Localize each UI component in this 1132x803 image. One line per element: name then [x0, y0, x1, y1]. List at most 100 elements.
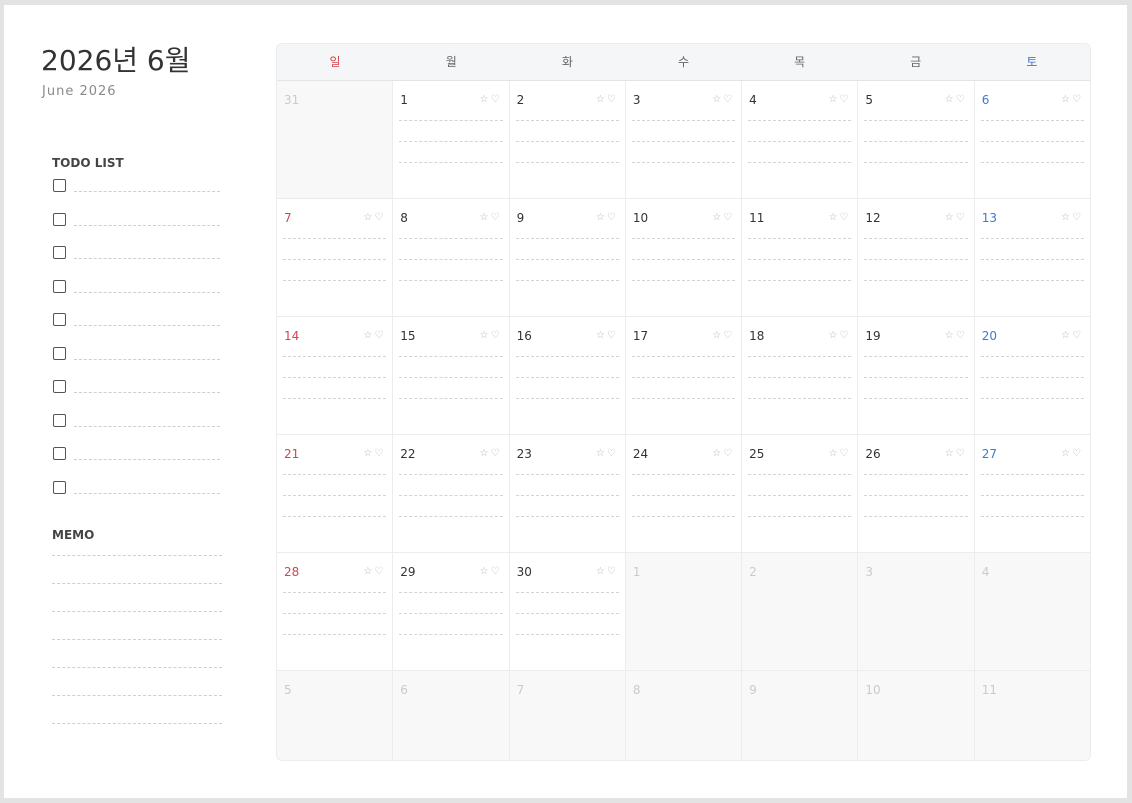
heart-icon[interactable]: ♡	[839, 448, 850, 459]
day-note-line[interactable]	[515, 280, 619, 301]
star-icon[interactable]: ☆	[1061, 330, 1072, 341]
day-note-line[interactable]	[399, 592, 503, 613]
day-note-line[interactable]	[980, 162, 1084, 183]
star-icon[interactable]: ☆	[828, 94, 839, 105]
day-note-line[interactable]	[399, 356, 503, 377]
day-note-line[interactable]	[864, 120, 968, 141]
day-cell[interactable]: 7 ☆♡	[277, 199, 394, 316]
memo-area[interactable]	[52, 555, 222, 751]
day-note-line[interactable]	[515, 377, 619, 398]
day-note-line[interactable]	[631, 162, 736, 183]
memo-line[interactable]	[52, 555, 222, 583]
day-note-line[interactable]	[631, 398, 736, 419]
heart-icon[interactable]: ♡	[839, 94, 850, 105]
todo-checkbox[interactable]	[53, 212, 66, 226]
day-note-line[interactable]	[864, 259, 968, 280]
day-note-line[interactable]	[399, 377, 503, 398]
day-note-line[interactable]	[864, 377, 968, 398]
day-cell[interactable]: 29 ☆♡	[393, 553, 510, 670]
day-cell[interactable]: 13 ☆♡	[974, 199, 1090, 316]
star-icon[interactable]: ☆	[480, 94, 491, 105]
todo-write-line[interactable]	[74, 258, 220, 259]
day-cell[interactable]: 20 ☆♡	[974, 317, 1090, 434]
day-note-line[interactable]	[864, 516, 968, 537]
heart-icon[interactable]: ♡	[956, 212, 967, 223]
heart-icon[interactable]: ♡	[839, 330, 850, 341]
day-cell[interactable]: 4 ☆♡	[742, 81, 859, 198]
star-icon[interactable]: ☆	[596, 448, 607, 459]
day-cell[interactable]: 22 ☆♡	[393, 435, 510, 552]
day-note-line[interactable]	[864, 495, 968, 516]
heart-icon[interactable]: ♡	[374, 330, 385, 341]
day-note-line[interactable]	[283, 238, 387, 259]
todo-write-line[interactable]	[74, 392, 220, 393]
todo-checkbox[interactable]	[53, 447, 66, 460]
day-note-line[interactable]	[748, 141, 852, 162]
star-icon[interactable]: ☆	[363, 566, 374, 577]
star-icon[interactable]: ☆	[596, 94, 607, 105]
todo-write-line[interactable]	[74, 492, 220, 494]
day-note-line[interactable]	[399, 120, 503, 141]
day-note-line[interactable]	[283, 613, 387, 634]
todo-write-line[interactable]	[74, 425, 220, 427]
memo-line[interactable]	[52, 695, 222, 723]
day-note-line[interactable]	[631, 495, 736, 516]
day-note-line[interactable]	[515, 634, 619, 655]
todo-checkbox[interactable]	[53, 313, 66, 326]
day-note-line[interactable]	[631, 356, 736, 377]
heart-icon[interactable]: ♡	[491, 94, 502, 105]
todo-write-line[interactable]	[74, 224, 220, 226]
day-note-line[interactable]	[515, 120, 619, 141]
memo-line[interactable]	[52, 639, 222, 667]
day-note-line[interactable]	[748, 280, 852, 301]
todo-write-line[interactable]	[74, 358, 220, 360]
day-note-line[interactable]	[980, 516, 1084, 537]
day-note-line[interactable]	[631, 238, 736, 259]
day-note-line[interactable]	[515, 141, 619, 162]
day-note-line[interactable]	[399, 516, 503, 537]
day-note-line[interactable]	[631, 280, 736, 301]
day-note-line[interactable]	[631, 141, 736, 162]
day-note-line[interactable]	[748, 356, 852, 377]
day-note-line[interactable]	[515, 495, 619, 516]
day-note-line[interactable]	[283, 259, 387, 280]
todo-checkbox[interactable]	[53, 279, 66, 293]
heart-icon[interactable]: ♡	[491, 330, 502, 341]
star-icon[interactable]: ☆	[712, 212, 723, 223]
star-icon[interactable]: ☆	[480, 330, 491, 341]
day-note-line[interactable]	[864, 356, 968, 377]
day-note-line[interactable]	[399, 613, 503, 634]
day-cell[interactable]: 12 ☆♡	[858, 199, 975, 316]
todo-checkbox[interactable]	[53, 179, 66, 192]
day-note-line[interactable]	[980, 238, 1084, 259]
day-cell[interactable]: 16 ☆♡	[509, 317, 626, 434]
day-cell[interactable]: 11 ☆♡	[742, 199, 859, 316]
heart-icon[interactable]: ♡	[839, 212, 850, 223]
day-note-line[interactable]	[399, 634, 503, 655]
day-cell[interactable]: 10 ☆♡	[625, 199, 743, 316]
star-icon[interactable]: ☆	[596, 566, 607, 577]
day-note-line[interactable]	[748, 120, 852, 141]
day-note-line[interactable]	[980, 398, 1084, 419]
day-note-line[interactable]	[399, 474, 503, 495]
day-note-line[interactable]	[631, 377, 736, 398]
memo-line[interactable]	[52, 583, 222, 611]
day-note-line[interactable]	[748, 516, 852, 537]
day-cell[interactable]: 3 ☆♡	[625, 81, 743, 198]
day-cell[interactable]: 27 ☆♡	[974, 435, 1090, 552]
day-note-line[interactable]	[283, 356, 387, 377]
day-note-line[interactable]	[980, 495, 1084, 516]
day-cell[interactable]: 1 ☆♡	[393, 81, 510, 198]
day-note-line[interactable]	[399, 141, 503, 162]
day-note-line[interactable]	[864, 162, 968, 183]
day-note-line[interactable]	[980, 141, 1084, 162]
day-note-line[interactable]	[399, 495, 503, 516]
todo-checkbox[interactable]	[53, 246, 66, 259]
day-note-line[interactable]	[399, 162, 503, 183]
heart-icon[interactable]: ♡	[607, 330, 618, 341]
day-note-line[interactable]	[399, 398, 503, 419]
day-cell[interactable]: 23 ☆♡	[509, 435, 626, 552]
heart-icon[interactable]: ♡	[723, 212, 734, 223]
day-note-line[interactable]	[515, 162, 619, 183]
heart-icon[interactable]: ♡	[1072, 330, 1083, 341]
